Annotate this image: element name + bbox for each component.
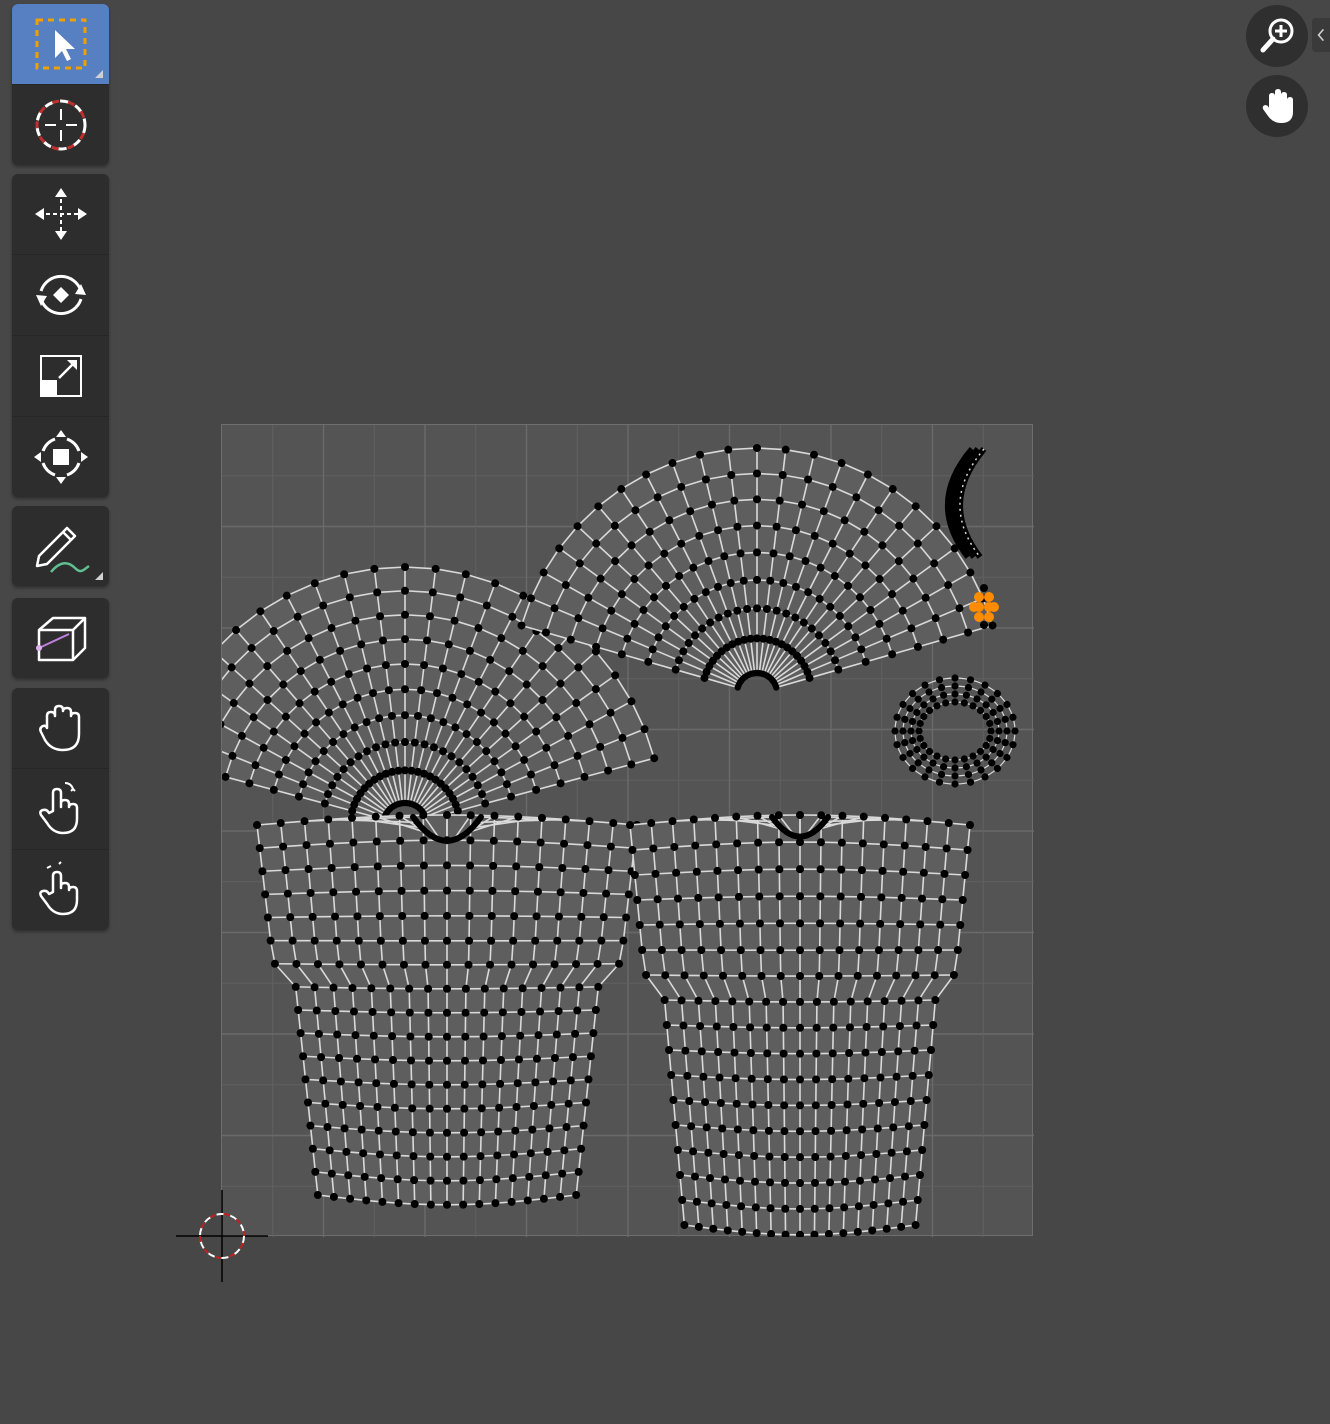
uv-2d-cursor[interactable] — [176, 1190, 268, 1282]
relax-icon — [38, 782, 78, 835]
tool-relax[interactable] — [12, 768, 109, 849]
uv-island-collar[interactable] — [945, 447, 987, 559]
grab-icon — [38, 704, 80, 752]
tool-group-rip — [12, 598, 109, 678]
tool-grab[interactable] — [12, 688, 109, 768]
hand-pan-icon — [1262, 89, 1293, 123]
tool-rotate[interactable] — [12, 254, 109, 335]
chevron-left-icon — [1317, 28, 1325, 42]
uv-island-ring[interactable] — [891, 674, 1019, 788]
scale-icon — [39, 355, 82, 397]
uv-island-back[interactable] — [626, 811, 974, 1237]
select-box-icon — [35, 18, 86, 70]
tool-transform[interactable] — [12, 416, 109, 497]
tool-group-select — [12, 4, 109, 165]
tool-select-box[interactable] — [12, 4, 109, 84]
sidebar-collapse-button[interactable] — [1312, 18, 1330, 52]
zoom-in-icon — [1260, 18, 1294, 53]
rotate-icon — [35, 274, 86, 316]
rip-region-icon — [35, 616, 86, 662]
uv-grid-area[interactable] — [221, 424, 1034, 1237]
zoom-button[interactable] — [1246, 5, 1308, 67]
cursor-icon — [35, 99, 86, 151]
uv-mesh-canvas[interactable] — [222, 425, 1034, 1237]
submenu-indicator — [95, 70, 103, 78]
tool-group-annotate — [12, 506, 109, 586]
tool-pinch[interactable] — [12, 849, 109, 930]
move-icon — [34, 188, 87, 240]
tool-cursor[interactable] — [12, 84, 109, 165]
pan-button[interactable] — [1246, 75, 1308, 137]
pinch-icon — [38, 861, 78, 916]
tool-group-transform — [12, 174, 109, 497]
tool-move[interactable] — [12, 174, 109, 254]
tool-scale[interactable] — [12, 335, 109, 416]
uv-island-front[interactable] — [253, 811, 641, 1209]
tool-group-sculpt — [12, 688, 109, 930]
annotate-icon — [35, 526, 90, 573]
tool-annotate[interactable] — [12, 506, 109, 586]
submenu-indicator — [95, 572, 103, 580]
tool-rip-region[interactable] — [12, 598, 109, 678]
transform-icon — [33, 430, 88, 484]
